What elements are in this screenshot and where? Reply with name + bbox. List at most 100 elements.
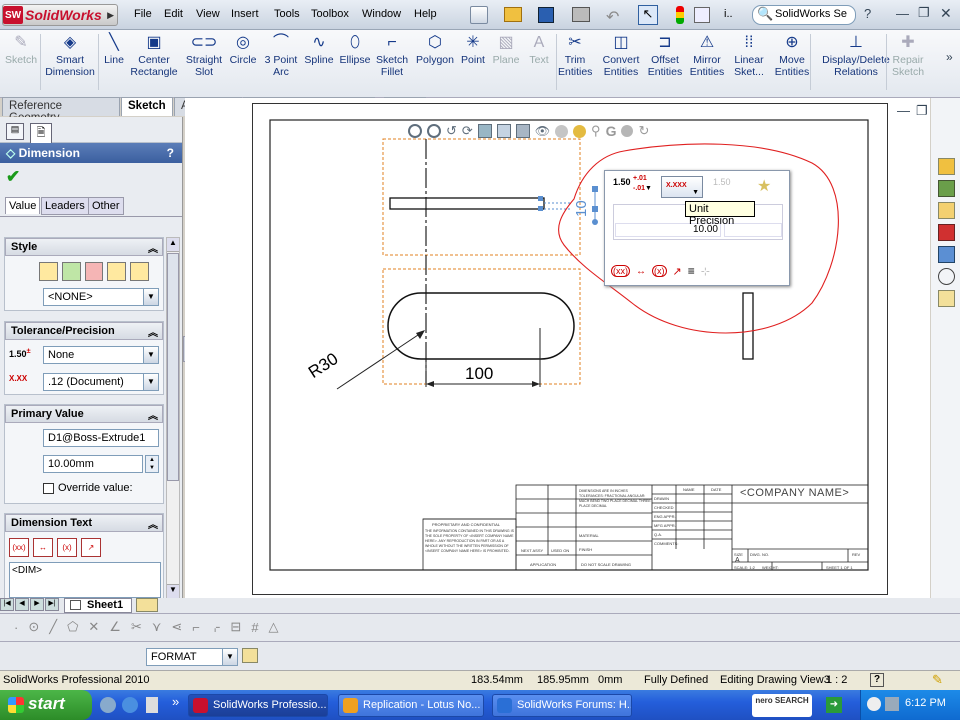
- corner-icon[interactable]: ⌐: [192, 620, 200, 635]
- other-tolerance-button[interactable]: 1.50: [713, 177, 749, 197]
- pattern-icon[interactable]: ⊟: [230, 619, 241, 635]
- nero-go-icon[interactable]: ➜: [826, 697, 842, 713]
- realview-icon[interactable]: G: [606, 123, 617, 139]
- add-sheet-icon[interactable]: [136, 598, 158, 612]
- solidworks-resources-icon[interactable]: [938, 158, 955, 175]
- display-style-icon[interactable]: [515, 124, 530, 138]
- doc-quicklaunch-icon[interactable]: [146, 697, 158, 713]
- convert-entities-button[interactable]: ◫ Convert Entities: [598, 32, 644, 92]
- ie-quicklaunch-icon[interactable]: [122, 697, 138, 713]
- next-sheet-icon[interactable]: ▶: [30, 598, 44, 611]
- menu-toolbox[interactable]: Toolbox: [311, 8, 349, 20]
- feature-manager-tab-icon[interactable]: ▤: [6, 123, 24, 140]
- trim-icon[interactable]: ✂: [131, 619, 142, 635]
- vertical-dimension[interactable]: 10: [573, 200, 590, 217]
- polygon-icon[interactable]: ⬠: [67, 619, 78, 635]
- chevron-down-icon[interactable]: ▼: [692, 189, 699, 196]
- pm-help-button[interactable]: ?: [167, 146, 174, 160]
- status-help-icon[interactable]: ?: [870, 673, 884, 687]
- center-dimension-icon[interactable]: ↔: [33, 538, 53, 557]
- offset-text-icon[interactable]: ↗: [673, 265, 682, 278]
- unit-precision-button[interactable]: X.XXX ▼: [661, 176, 703, 198]
- zoom-to-fit-icon[interactable]: [408, 124, 422, 138]
- angle-icon[interactable]: ∠: [109, 619, 121, 635]
- sketch-fillet-button[interactable]: ⌐ Sketch Fillet: [374, 32, 410, 92]
- offset-text-icon[interactable]: ↗: [81, 538, 101, 557]
- display-delete-relations-button[interactable]: ⊥ Display/Delete Relations: [820, 32, 892, 92]
- center-rectangle-button[interactable]: ▣ Center Rectangle: [128, 32, 180, 92]
- collapse-icon[interactable]: ︽: [148, 407, 158, 422]
- previous-view-icon[interactable]: ↺: [446, 123, 457, 139]
- tray-network-icon[interactable]: [885, 697, 899, 711]
- repair-sketch-button[interactable]: ✚ Repair Sketch: [890, 32, 926, 92]
- minimize-window-icon[interactable]: —: [896, 6, 909, 21]
- design-library-icon[interactable]: [938, 180, 955, 197]
- print-icon[interactable]: [572, 7, 590, 22]
- style-select[interactable]: <NONE> ▼: [43, 288, 159, 306]
- scroll-thumb[interactable]: [167, 253, 179, 481]
- panel-scrollbar[interactable]: ▲ ▼: [166, 237, 180, 599]
- info-label[interactable]: i..: [724, 8, 733, 20]
- straight-slot-button[interactable]: ⊂⊃ Straight Slot: [182, 32, 226, 92]
- view-palette-icon[interactable]: [938, 246, 955, 263]
- status-scale[interactable]: 1 : 2: [826, 674, 847, 686]
- close-window-icon[interactable]: ✕: [940, 5, 952, 22]
- rebuild-icon[interactable]: ↻: [638, 123, 649, 139]
- point-button[interactable]: ✳ Point: [458, 32, 488, 92]
- doc-minimize-icon[interactable]: —: [897, 103, 910, 118]
- line-icon[interactable]: ╱: [49, 619, 57, 635]
- ribbon-expand-icon[interactable]: »: [946, 50, 953, 64]
- file-explorer-icon[interactable]: [938, 202, 955, 219]
- save-style-icon[interactable]: [107, 262, 127, 281]
- quicklaunch-icon[interactable]: [100, 697, 116, 713]
- linear-sket-button[interactable]: ⁞⁞ Linear Sket...: [730, 32, 768, 92]
- override-value-checkbox[interactable]: [43, 483, 54, 494]
- dimension-text-field[interactable]: <DIM>: [9, 562, 161, 598]
- collapse-icon[interactable]: ︽: [148, 324, 158, 339]
- value-spinner[interactable]: ▲ ▼: [145, 455, 159, 473]
- cross-icon[interactable]: ✕: [88, 619, 99, 635]
- view-settings-icon[interactable]: ⚲: [591, 123, 601, 139]
- save-icon[interactable]: [538, 7, 554, 23]
- mirror-icon[interactable]: ⋖: [171, 619, 182, 635]
- dimension-value-field[interactable]: 10.00mm: [43, 455, 143, 473]
- mirror-entities-button[interactable]: ⚠ Mirror Entities: [686, 32, 728, 92]
- nero-search[interactable]: nero SEARCH: [752, 694, 812, 717]
- collapse-icon[interactable]: ︽: [148, 516, 158, 531]
- chevron-down-icon[interactable]: ▼: [645, 185, 652, 192]
- parentheses-icon[interactable]: (xx): [9, 538, 29, 557]
- subtab-leaders[interactable]: Leaders: [41, 197, 89, 215]
- chevron-down-icon[interactable]: ▼: [143, 289, 158, 305]
- parentheses-icon[interactable]: (xx): [611, 265, 630, 277]
- undo-icon[interactable]: ↶: [606, 7, 619, 27]
- apply-scene-icon[interactable]: [573, 124, 587, 138]
- polygon-button[interactable]: ⬡ Polygon: [414, 32, 456, 92]
- edit-appearance-icon[interactable]: [555, 124, 569, 138]
- section-view-icon[interactable]: [477, 124, 492, 138]
- taskbar-task[interactable]: Replication - Lotus No...: [338, 694, 484, 717]
- ellipse-button[interactable]: ⬯ Ellipse: [338, 32, 372, 92]
- menu-tools[interactable]: Tools: [274, 8, 300, 20]
- hide-show-icon[interactable]: 👁: [535, 124, 550, 138]
- select-arrow-icon[interactable]: ↖: [638, 5, 658, 25]
- chevron-down-icon[interactable]: ▼: [222, 649, 237, 665]
- spline-button[interactable]: ∿ Spline: [302, 32, 336, 92]
- delete-style-icon[interactable]: [84, 262, 104, 281]
- menu-view[interactable]: View: [196, 8, 220, 20]
- 3-point-arc-button[interactable]: ⌒ 3 Point Arc: [262, 32, 300, 92]
- format-select[interactable]: FORMAT ▼: [146, 648, 238, 666]
- doc-restore-icon[interactable]: ❐: [916, 103, 928, 119]
- last-sheet-icon[interactable]: ▶|: [45, 598, 59, 611]
- chevron-down-icon[interactable]: ▼: [143, 347, 158, 363]
- plane-button[interactable]: ▧ Plane: [490, 32, 522, 92]
- inspection-dimension-icon[interactable]: (x): [652, 265, 667, 277]
- taskbar-task[interactable]: SolidWorks Forums: H...: [492, 694, 632, 717]
- tab-reference-geometry[interactable]: Reference Geometry: [2, 97, 120, 124]
- help-icon[interactable]: ?: [864, 6, 871, 21]
- subtab-other[interactable]: Other: [88, 197, 124, 215]
- inspection-dimension-icon[interactable]: (x): [57, 538, 77, 557]
- scroll-down-icon[interactable]: ▼: [167, 584, 179, 598]
- menu-file[interactable]: File: [134, 8, 152, 20]
- triangle-icon[interactable]: △: [269, 619, 279, 635]
- subtab-value[interactable]: Value: [5, 197, 41, 214]
